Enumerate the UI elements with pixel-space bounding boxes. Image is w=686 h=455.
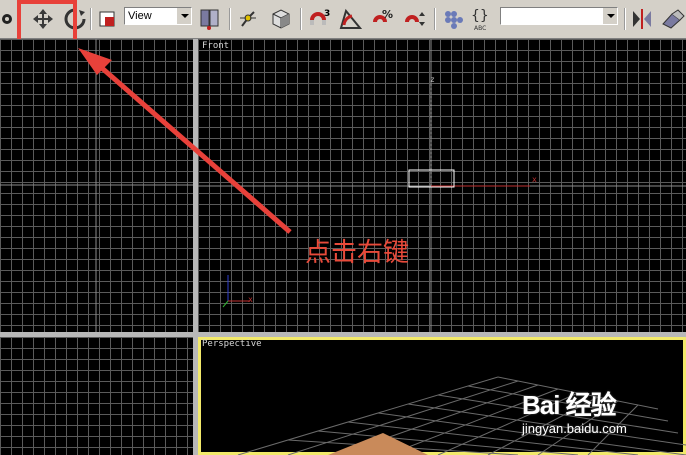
watermark: Bai 经验 jingyan.baidu.com	[522, 385, 682, 451]
annotation-text: 点击右键	[305, 238, 410, 268]
watermark-logo: Bai 经验	[522, 390, 617, 420]
watermark-url: jingyan.baidu.com	[522, 421, 627, 436]
